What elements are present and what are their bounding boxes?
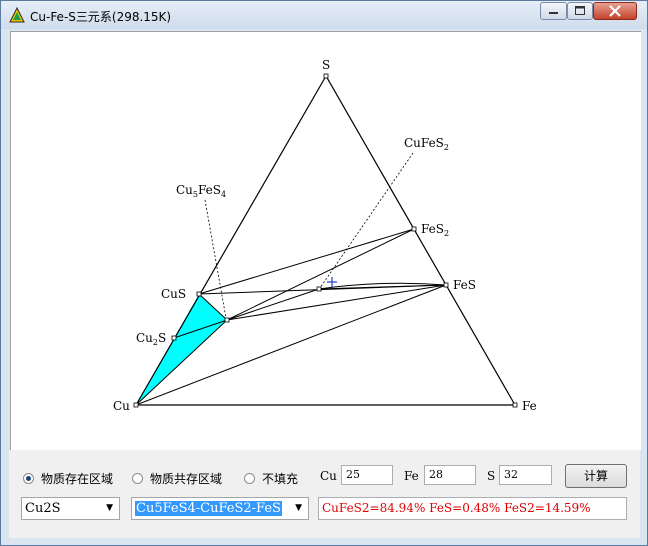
app-triangle-icon — [9, 7, 25, 23]
s-input[interactable]: 32 — [499, 465, 552, 485]
phase-select[interactable]: Cu2S ▼ — [21, 497, 120, 520]
minimize-icon — [549, 12, 558, 14]
ternary-triangle — [134, 74, 517, 406]
radio-dot[interactable] — [132, 473, 143, 484]
maximize-icon — [575, 6, 585, 15]
radio-dot[interactable] — [23, 473, 34, 484]
close-icon — [609, 5, 621, 17]
control-panel — [9, 450, 640, 538]
app-window: Cu-Fe-S三元系(298.15K) S Cu Fe FeS2 FeS CuS… — [0, 0, 648, 546]
composition-cursor — [327, 277, 337, 287]
label-fes: FeS — [453, 278, 476, 292]
fe-label: Fe — [404, 469, 419, 483]
s-label: S — [487, 469, 496, 483]
radio-label: 不填充 — [262, 472, 299, 486]
title-bar[interactable]: Cu-Fe-S三元系(298.15K) — [1, 1, 647, 29]
label-fes2: FeS2 — [421, 222, 449, 238]
label-cu5fes4: Cu5FeS4 — [176, 183, 226, 199]
vertex-label-s: S — [322, 58, 330, 72]
minimize-button[interactable] — [540, 2, 567, 20]
fe-input[interactable]: 28 — [424, 465, 476, 485]
phase-markers — [133, 73, 518, 408]
result-field[interactable]: CuFeS2=84.94% FeS=0.48% FeS2=14.59% — [318, 497, 627, 520]
calculate-button[interactable]: 计算 — [565, 464, 627, 488]
chevron-down-icon: ▼ — [106, 503, 113, 513]
radio-label: 物质存在区域 — [41, 472, 114, 486]
region-select[interactable]: Cu5FeS4-CuFeS2-FeS ▼ — [131, 497, 309, 520]
label-cufes2: CuFeS2 — [404, 136, 449, 152]
diagram-canvas[interactable]: S Cu Fe FeS2 FeS CuS Cu2S CuFeS2 Cu5FeS4 — [10, 31, 641, 450]
cu-label: Cu — [320, 469, 337, 483]
cu5fes4-leader — [204, 199, 227, 319]
cu-input[interactable]: 25 — [341, 465, 393, 485]
phase-select-value: Cu2S — [25, 501, 61, 516]
label-cu2s: Cu2S — [136, 331, 166, 347]
close-button[interactable] — [593, 2, 637, 20]
radio-dot[interactable] — [244, 473, 255, 484]
vertex-label-cu: Cu — [113, 399, 130, 413]
radio-coexistence-region[interactable]: 物质共存区域 — [132, 470, 222, 487]
region-select-value: Cu5FeS4-CuFeS2-FeS — [135, 501, 282, 516]
window-title: Cu-Fe-S三元系(298.15K) — [30, 10, 172, 24]
maximize-button[interactable] — [567, 2, 593, 20]
ternary-diagram: S Cu Fe FeS2 FeS CuS Cu2S CuFeS2 Cu5FeS4 — [113, 58, 537, 413]
radio-label: 物质共存区域 — [150, 472, 223, 486]
chevron-down-icon: ▼ — [295, 503, 302, 513]
label-cus: CuS — [161, 287, 186, 301]
vertex-label-fe: Fe — [522, 399, 537, 413]
tie-lines — [135, 228, 447, 406]
radio-no-fill[interactable]: 不填充 — [244, 470, 298, 487]
radio-existence-region[interactable]: 物质存在区域 — [23, 470, 113, 487]
highlight-region — [136, 294, 227, 405]
